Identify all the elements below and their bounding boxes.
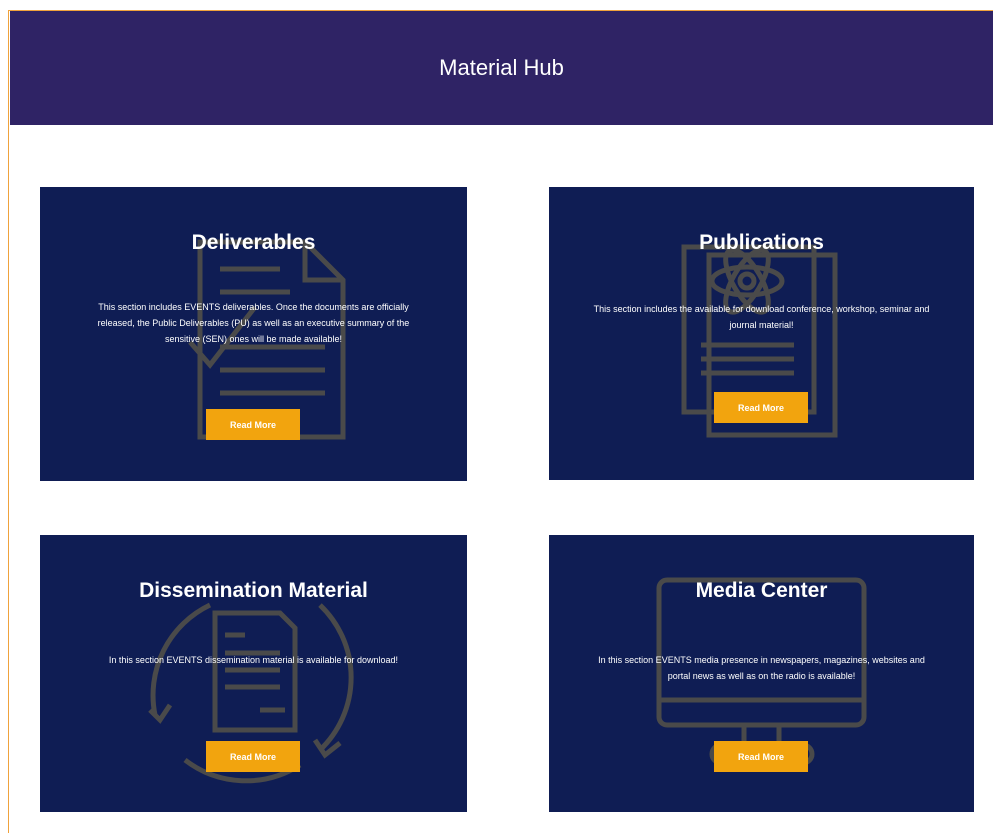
- card-dissemination-material: Dissemination Material In this section E…: [40, 535, 467, 812]
- card-deliverables: Deliverables This section includes EVENT…: [40, 187, 467, 481]
- read-more-button[interactable]: Read More: [206, 409, 300, 440]
- card-description: In this section EVENTS dissemination mat…: [108, 655, 399, 665]
- read-more-button[interactable]: Read More: [206, 741, 300, 772]
- read-more-button[interactable]: Read More: [714, 741, 808, 772]
- card-title: Media Center: [695, 579, 828, 602]
- page-title: Material Hub: [439, 55, 564, 80]
- card-description: This section includes the available for …: [593, 304, 930, 330]
- card-title: Dissemination Material: [139, 579, 368, 602]
- read-more-button[interactable]: Read More: [714, 392, 808, 423]
- page-header: Material Hub: [10, 11, 993, 125]
- card-media-center: Media Center In this section EVENTS medi…: [549, 535, 974, 812]
- card-title: Deliverables: [191, 231, 316, 254]
- card-publications: Publications This section includes the a…: [549, 187, 974, 480]
- card-description: This section includes EVENTS deliverable…: [97, 302, 410, 344]
- card-title: Publications: [699, 231, 824, 254]
- card-description: In this section EVENTS media presence in…: [598, 655, 925, 681]
